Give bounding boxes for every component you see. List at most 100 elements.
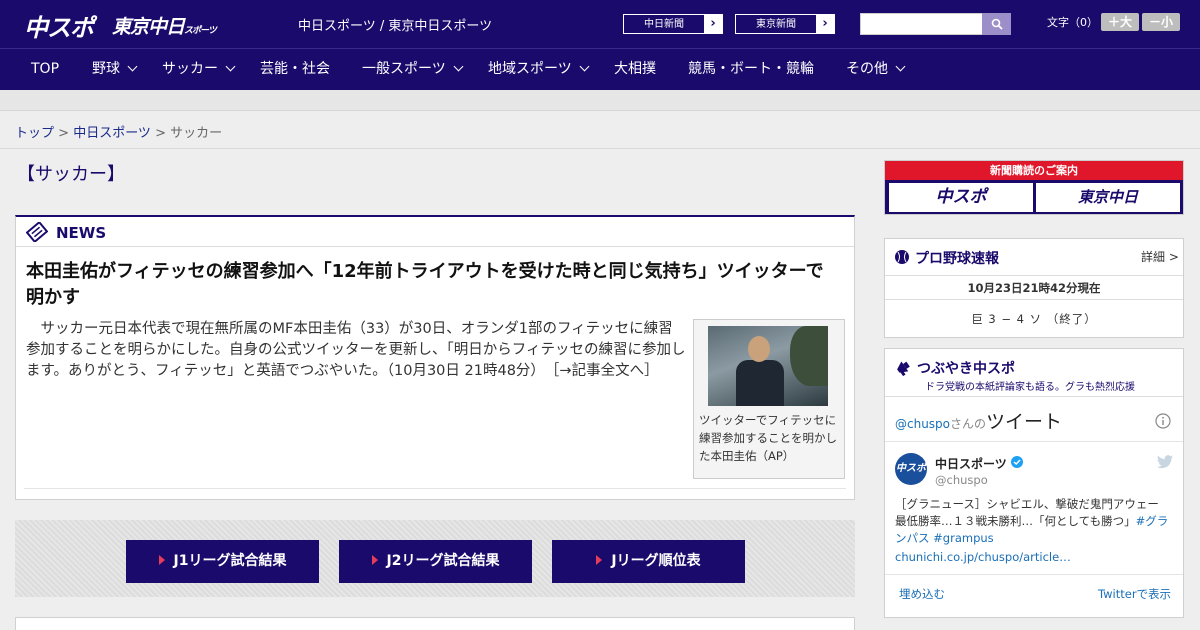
- megaphone-icon: [897, 361, 910, 377]
- info-icon[interactable]: [1155, 413, 1171, 429]
- text-size-label: 文字（0）: [1047, 16, 1098, 29]
- breadcrumb-bar: トップ > 中日スポーツ > サッカー: [0, 111, 1200, 149]
- text-size-decrease-button[interactable]: －小: [1142, 13, 1180, 31]
- subscription-tokyo-chunichi-logo[interactable]: 東京中日: [1036, 183, 1180, 212]
- nav-soccer[interactable]: サッカー: [162, 49, 236, 91]
- baseball-title: プロ野球速報: [915, 251, 999, 267]
- twitter-subtitle: ドラ党戦の本紙評論家も語る。グラも熱烈応援: [925, 382, 1135, 393]
- text-size-increase-button[interactable]: ＋大: [1101, 13, 1139, 31]
- news-photo-frame: ツイッターでフィテッセに練習参加することを明かした本田圭佑（AP）: [693, 319, 845, 479]
- nav-baseball[interactable]: 野球: [92, 49, 138, 91]
- next-panel: [15, 617, 855, 630]
- search-button[interactable]: [982, 13, 1011, 35]
- j2-results-button[interactable]: J2リーグ試合結果: [339, 540, 532, 583]
- divider: [885, 299, 1183, 300]
- tokyo-shimbun-link[interactable]: 東京新聞 ›: [734, 13, 836, 35]
- handle-suffix: さんの: [950, 417, 987, 431]
- twitter-handle-link[interactable]: @chuspo: [895, 417, 950, 431]
- tweet-link[interactable]: chunichi.co.jp/chuspo/article…: [895, 550, 1071, 564]
- nav-label: 芸能・社会: [260, 61, 330, 77]
- ad-band: [0, 90, 1200, 111]
- news-body: サッカー元日本代表で現在無所属のMF本田圭佑（33）が30日、オランダ1部のフィ…: [26, 319, 686, 382]
- nav-label: 野球: [92, 61, 120, 77]
- j1-results-button[interactable]: J1リーグ試合結果: [126, 540, 319, 583]
- breadcrumb-home[interactable]: トップ: [15, 126, 54, 141]
- twitter-title: つぶやき中スポ: [917, 361, 1015, 377]
- play-triangle-icon: [371, 555, 378, 565]
- chevron-down-icon: [895, 61, 906, 72]
- breadcrumb-parent[interactable]: 中日スポーツ: [73, 126, 151, 141]
- chuspo-logo[interactable]: 中スポ: [24, 8, 94, 43]
- chevron-down-icon: [127, 61, 138, 72]
- subscription-chuspo-logo[interactable]: 中スポ: [889, 183, 1033, 212]
- view-on-twitter-link[interactable]: Twitterで表示: [1098, 586, 1171, 602]
- breadcrumb-sep: >: [150, 126, 171, 141]
- chevron-down-icon: [579, 61, 590, 72]
- news-photo-caption: ツイッターでフィテッセに練習参加することを明かした本田圭佑（AP）: [699, 413, 837, 463]
- embed-link[interactable]: 埋め込む: [899, 586, 945, 602]
- play-triangle-icon: [158, 555, 165, 565]
- nav-entertainment[interactable]: 芸能・社会: [260, 49, 330, 91]
- tweets-heading: ツイート: [986, 411, 1063, 433]
- page-title: 【サッカー】: [17, 164, 125, 185]
- nav-label: 地域スポーツ: [488, 61, 572, 77]
- jleague-links: J1リーグ試合結果 J2リーグ試合結果 Jリーグ順位表: [15, 520, 855, 597]
- j2-results-label: J2リーグ試合結果: [386, 553, 500, 569]
- baseball-score[interactable]: 巨 3 − 4 ソ （終了）: [885, 311, 1183, 327]
- twitter-timeline-header: @chuspoさんのツイート: [895, 407, 1062, 434]
- photo-background: [790, 326, 828, 386]
- twitter-panel: つぶやき中スポ ドラ党戦の本紙評論家も語る。グラも熱烈応援 @chuspoさんの…: [884, 348, 1184, 618]
- nav-regional-sports[interactable]: 地域スポーツ: [488, 49, 590, 91]
- main-nav: TOP 野球 サッカー 芸能・社会 一般スポーツ 地域スポーツ 大相撲 競馬・ボ…: [0, 48, 1200, 90]
- breadcrumb: トップ > 中日スポーツ > サッカー: [15, 122, 222, 141]
- baseball-scores-panel: プロ野球速報 詳細 > 10月23日21時42分現在 巨 3 − 4 ソ （終了…: [884, 238, 1184, 338]
- search-icon: [991, 18, 1003, 30]
- news-panel: NEWS 本田圭佑がフィテッセの練習参加へ「12年前トライアウトを受けた時と同じ…: [15, 215, 855, 500]
- jleague-standings-button[interactable]: Jリーグ順位表: [552, 540, 745, 583]
- nav-label: サッカー: [162, 61, 218, 77]
- tweet-user-id[interactable]: @chuspo: [935, 473, 988, 487]
- baseball-icon: [895, 250, 909, 264]
- subscription-banner[interactable]: 新聞購読のご案内 中スポ 東京中日: [884, 160, 1184, 215]
- chunichi-shimbun-link[interactable]: 中日新聞 ›: [622, 13, 724, 35]
- nav-label: 大相撲: [614, 61, 656, 77]
- nav-general-sports[interactable]: 一般スポーツ: [362, 49, 464, 91]
- news-headline[interactable]: 本田圭佑がフィテッセの練習参加へ「12年前トライアウトを受けた時と同じ気持ち」ツ…: [26, 259, 841, 311]
- baseball-detail-link[interactable]: 詳細 >: [1141, 248, 1179, 265]
- tokyo-chunichi-logo-text: 東京中日: [112, 16, 185, 38]
- chevron-right-icon: ›: [710, 16, 716, 31]
- tokyo-chunichi-logo[interactable]: 東京中日スポーツ: [112, 12, 217, 39]
- verified-icon: [1011, 456, 1023, 468]
- divider: [24, 488, 846, 489]
- search-input[interactable]: [860, 13, 983, 35]
- photo-figure-head: [748, 336, 770, 362]
- nav-label: TOP: [31, 61, 60, 77]
- nav-sumo[interactable]: 大相撲: [614, 49, 656, 91]
- tokyo-chunichi-logo-small: スポーツ: [184, 26, 217, 36]
- j1-results-label: J1リーグ試合結果: [173, 553, 287, 569]
- tweet-user-name[interactable]: 中日スポーツ: [935, 455, 1007, 472]
- ext-link-label: 中日新聞: [623, 14, 705, 34]
- avatar[interactable]: 中スポ: [895, 453, 927, 485]
- chevron-down-icon: [225, 61, 236, 72]
- site-title[interactable]: 中日スポーツ / 東京中日スポーツ: [298, 15, 492, 34]
- nav-label: 競馬・ボート・競輪: [688, 61, 814, 77]
- news-header: NEWS: [16, 217, 854, 247]
- newspaper-icon: [26, 222, 48, 242]
- photo-figure-body: [736, 360, 784, 406]
- divider: [885, 441, 1183, 442]
- ext-link-label: 東京新聞: [735, 14, 817, 34]
- nav-top[interactable]: TOP: [31, 49, 59, 91]
- news-photo[interactable]: [708, 326, 828, 406]
- nav-label: その他: [846, 61, 888, 77]
- divider: [885, 396, 1183, 397]
- news-label: NEWS: [56, 224, 107, 242]
- full-article-link[interactable]: ［→記事全文へ］: [552, 363, 658, 379]
- breadcrumb-sep: >: [54, 126, 74, 141]
- chevron-down-icon: [453, 61, 464, 72]
- nav-label: 一般スポーツ: [362, 61, 446, 77]
- header: 中スポ 東京中日スポーツ 中日スポーツ / 東京中日スポーツ 中日新聞 › 東京…: [0, 0, 1200, 48]
- twitter-bird-icon[interactable]: [1157, 455, 1173, 469]
- nav-others[interactable]: その他: [846, 49, 906, 91]
- nav-racing[interactable]: 競馬・ボート・競輪: [688, 49, 814, 91]
